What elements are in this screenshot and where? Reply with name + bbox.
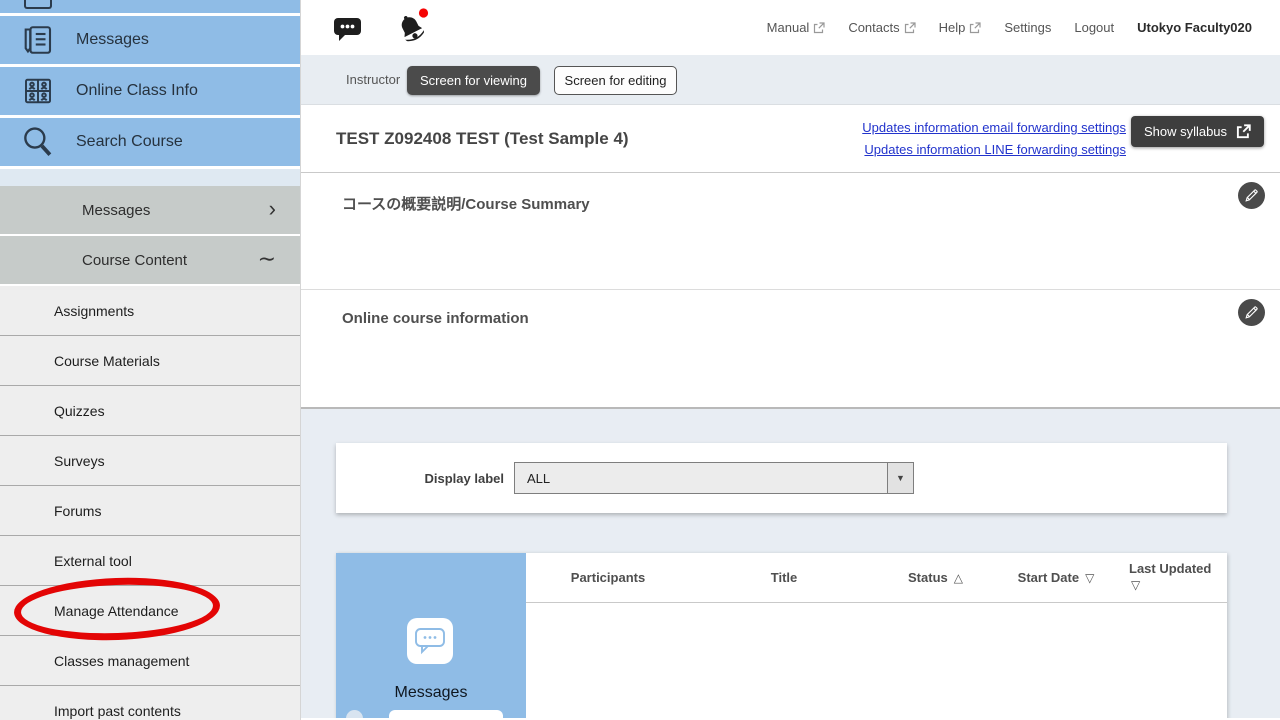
course-header: TEST Z092408 TEST (Test Sample 4) Update…: [301, 105, 1280, 172]
search-icon: [0, 123, 76, 161]
column-header-participants[interactable]: Participants: [526, 553, 696, 602]
sidebar: Messages Online Class Info: [0, 0, 300, 720]
column-header-start-date[interactable]: Start Date ▽: [993, 553, 1119, 602]
messages-table-panel: Messages Participants Title Status: [336, 553, 1227, 718]
sidebar-item-messages[interactable]: Messages: [0, 16, 300, 64]
display-label-select[interactable]: ALL ▼: [514, 462, 914, 494]
screen-for-viewing-button[interactable]: Screen for viewing: [407, 66, 540, 95]
sidebar-item-forums[interactable]: Forums: [0, 486, 300, 536]
messages-side-tab-label: Messages: [336, 684, 526, 702]
topbar-links: Manual Contacts Help S: [767, 0, 1252, 55]
external-link-icon: [1236, 124, 1251, 139]
online-course-info-section: Online course information: [301, 289, 1280, 407]
sidebar-item-search-course[interactable]: Search Course: [0, 118, 300, 166]
chevron-down-icon: ∼: [258, 246, 276, 272]
edit-online-course-info-button[interactable]: [1238, 299, 1265, 326]
sort-desc-icon[interactable]: ▽: [1131, 577, 1227, 594]
sort-asc-icon[interactable]: △: [954, 571, 963, 585]
sidebar-item-label: Search Course: [76, 133, 183, 151]
display-label-value: ALL: [515, 471, 550, 486]
chat-bubble-icon: [407, 618, 453, 664]
online-course-info-title: Online course information: [342, 310, 529, 327]
edit-course-summary-button[interactable]: [1238, 182, 1265, 209]
partial-button[interactable]: [389, 710, 503, 718]
topbar: Manual Contacts Help S: [301, 0, 1280, 55]
sidebar-gap: [0, 169, 300, 186]
contacts-link-label: Contacts: [848, 20, 899, 35]
sidebar-item-online-class-info[interactable]: Online Class Info: [0, 67, 300, 115]
view-mode-strip: Instructor Screen for viewing Screen for…: [301, 55, 1280, 105]
column-label: Participants: [571, 570, 645, 585]
display-label-caption: Display label: [376, 443, 504, 513]
notepad-icon: [0, 22, 76, 58]
course-title: TEST Z092408 TEST (Test Sample 4): [336, 129, 629, 149]
external-link-icon: [904, 22, 916, 34]
messages-notification-icon[interactable]: [333, 16, 363, 48]
column-header-title[interactable]: Title: [696, 553, 878, 602]
column-header-status[interactable]: Status △: [878, 553, 993, 602]
main-area: Manual Contacts Help S: [300, 0, 1280, 720]
messages-region: Display label ALL ▼: [301, 407, 1280, 718]
grid-people-icon: [0, 73, 76, 109]
sidebar-item-partial-top[interactable]: [0, 0, 300, 13]
chevron-right-icon: ›: [269, 196, 276, 222]
display-label-panel: Display label ALL ▼: [336, 443, 1227, 513]
show-syllabus-button[interactable]: Show syllabus: [1131, 116, 1264, 147]
column-label: Title: [771, 570, 798, 585]
partial-status-dot: [346, 710, 363, 718]
bell-notification-icon[interactable]: [393, 6, 433, 55]
sidebar-group-label: Course Content: [82, 252, 187, 269]
sidebar-item-quizzes[interactable]: Quizzes: [0, 386, 300, 436]
column-header-last-updated[interactable]: Last Updated ▽: [1119, 553, 1227, 602]
column-label: Status: [908, 570, 948, 585]
sidebar-item-assignments[interactable]: Assignments: [0, 286, 300, 336]
sort-desc-icon[interactable]: ▽: [1085, 571, 1094, 585]
column-label: Start Date: [1018, 570, 1079, 585]
select-arrow-icon[interactable]: ▼: [887, 463, 913, 493]
sidebar-item-label: Messages: [76, 31, 149, 49]
screen-for-editing-button[interactable]: Screen for editing: [554, 66, 677, 95]
forwarding-links: Updates information email forwarding set…: [862, 117, 1126, 161]
partial-icon: [24, 0, 52, 9]
sidebar-item-surveys[interactable]: Surveys: [0, 436, 300, 486]
table-header-row: Participants Title Status △ Start Date ▽: [526, 553, 1227, 603]
course-summary-title: コースの概要説明/Course Summary: [342, 193, 590, 214]
logout-link[interactable]: Logout: [1074, 20, 1114, 35]
help-link[interactable]: Help: [939, 20, 982, 35]
manual-link[interactable]: Manual: [767, 20, 826, 35]
email-forwarding-settings-link[interactable]: Updates information email forwarding set…: [862, 117, 1126, 139]
help-link-label: Help: [939, 20, 966, 35]
manual-link-label: Manual: [767, 20, 810, 35]
messages-side-tab[interactable]: Messages: [336, 553, 526, 718]
external-link-icon: [813, 22, 825, 34]
course-summary-section: コースの概要説明/Course Summary: [301, 172, 1280, 289]
user-name: Utokyo Faculty020: [1137, 20, 1252, 35]
sidebar-item-classes-management[interactable]: Classes management: [0, 636, 300, 686]
lms-page: Messages Online Class Info: [0, 0, 1280, 720]
sidebar-group-course-content[interactable]: Course Content ∼: [0, 236, 300, 284]
sidebar-group-messages[interactable]: Messages ›: [0, 186, 300, 234]
show-syllabus-label: Show syllabus: [1144, 124, 1227, 139]
line-forwarding-settings-link[interactable]: Updates information LINE forwarding sett…: [862, 139, 1126, 161]
sidebar-item-course-materials[interactable]: Course Materials: [0, 336, 300, 386]
contacts-link[interactable]: Contacts: [848, 20, 915, 35]
settings-link[interactable]: Settings: [1004, 20, 1051, 35]
sidebar-item-label: Online Class Info: [76, 82, 198, 100]
sidebar-group-label: Messages: [82, 202, 150, 219]
role-label: Instructor: [346, 55, 400, 104]
external-link-icon: [969, 22, 981, 34]
sidebar-item-import-past-contents[interactable]: Import past contents: [0, 686, 300, 720]
column-label: Last Updated: [1129, 561, 1211, 576]
